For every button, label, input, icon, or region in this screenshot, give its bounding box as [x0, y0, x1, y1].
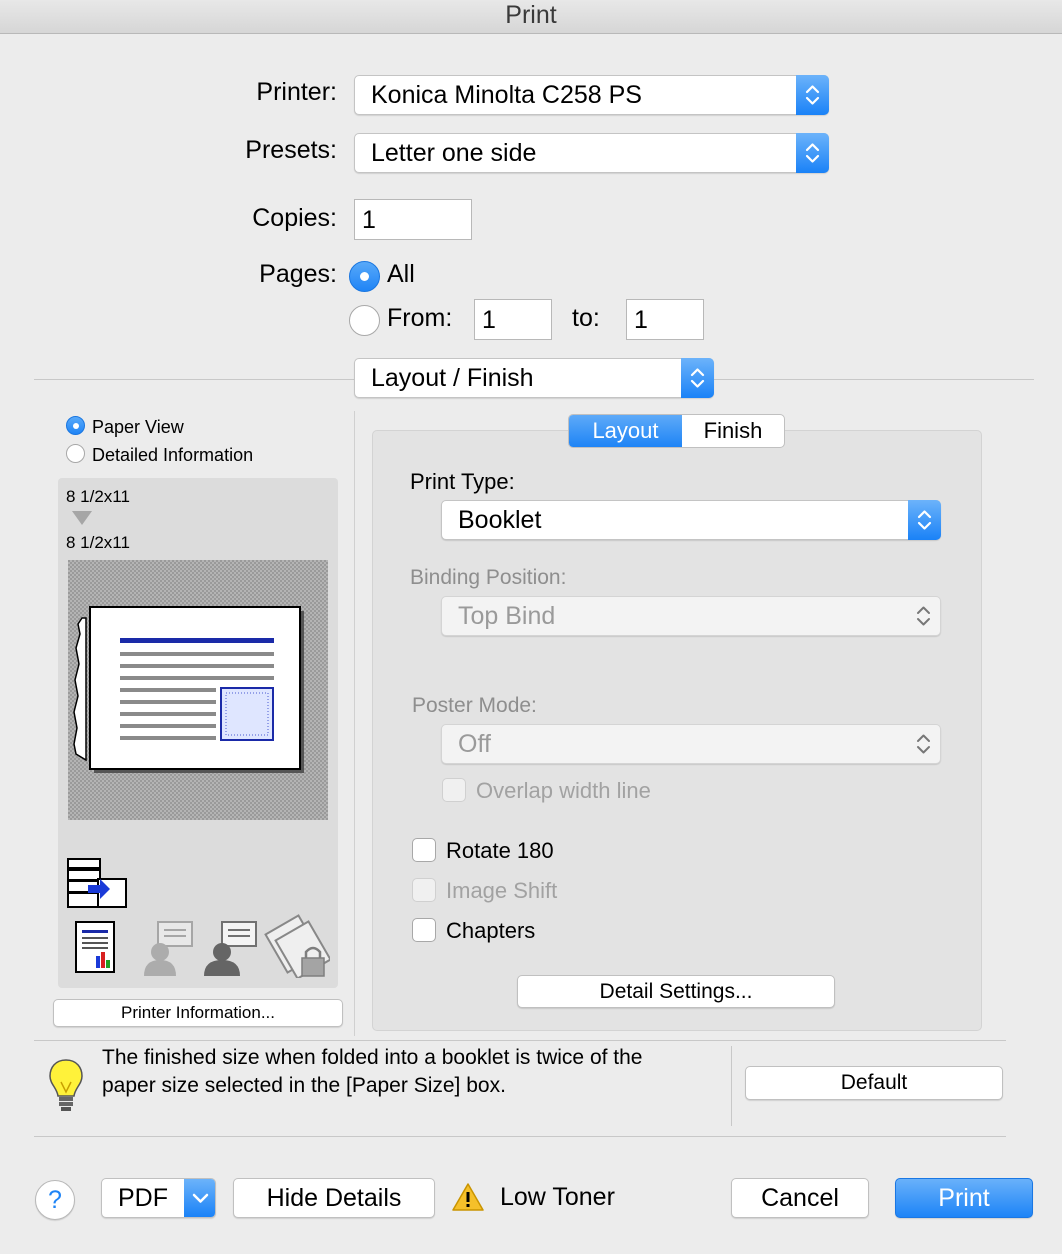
cancel-button[interactable]: Cancel: [731, 1178, 869, 1218]
printer-label: Printer:: [256, 78, 337, 106]
pdf-menu-button[interactable]: PDF: [101, 1178, 216, 1218]
separator: [34, 1040, 1006, 1041]
source-size-label: 8 1/2x11: [66, 487, 130, 506]
chevron-down-icon: [184, 1179, 215, 1217]
print-type-popup[interactable]: Booklet: [441, 500, 941, 540]
secure-document-icon: [264, 914, 332, 983]
pages-from-radio[interactable]: [349, 305, 380, 336]
pages-label: Pages:: [259, 260, 337, 288]
window-title: Print: [0, 0, 1062, 34]
layout-finish-tabs: Layout Finish: [568, 414, 785, 448]
binding-position-label: Binding Position:: [410, 566, 567, 589]
vertical-divider: [731, 1046, 732, 1126]
hint-text: The finished size when folded into a boo…: [102, 1044, 642, 1100]
pages-to-field[interactable]: 1: [626, 299, 704, 340]
rotate-180-label: Rotate 180: [446, 838, 554, 863]
poster-mode-popup: Off: [441, 724, 941, 764]
down-arrow-icon: [72, 511, 92, 530]
chevron-updown-icon: [796, 75, 829, 115]
poster-mode-label: Poster Mode:: [412, 694, 537, 717]
presets-value: Letter one side: [371, 139, 537, 167]
hint-line-2: paper size selected in the [Paper Size] …: [102, 1074, 506, 1097]
presets-label: Presets:: [245, 136, 337, 164]
overlap-width-checkbox: [442, 778, 466, 802]
detailed-info-label: Detailed Information: [92, 445, 254, 465]
output-size-label: 8 1/2x11: [66, 533, 130, 552]
hint-line-1: The finished size when folded into a boo…: [102, 1046, 643, 1069]
section-popup-value: Layout / Finish: [371, 364, 534, 392]
printer-information-button[interactable]: Printer Information...: [53, 999, 343, 1027]
paper-view-radio[interactable]: [66, 416, 85, 435]
section-popup[interactable]: Layout / Finish: [354, 358, 714, 398]
image-shift-label: Image Shift: [446, 878, 558, 903]
pages-all-radio[interactable]: [349, 261, 380, 292]
separator: [34, 379, 354, 380]
print-type-label: Print Type:: [410, 469, 515, 494]
copies-label: Copies:: [252, 204, 337, 232]
tab-layout[interactable]: Layout: [569, 415, 682, 447]
pages-to-label: to:: [572, 304, 600, 332]
pages-from-field[interactable]: 1: [474, 299, 552, 340]
default-button[interactable]: Default: [745, 1066, 1003, 1100]
chevron-updown-icon: [907, 597, 940, 635]
presets-popup[interactable]: Letter one side: [354, 133, 829, 173]
pages-from-label: From:: [387, 304, 453, 332]
hide-details-button[interactable]: Hide Details: [233, 1178, 435, 1218]
warning-icon: [452, 1183, 484, 1216]
poster-mode-value: Off: [458, 730, 491, 758]
users-comment-icon: [200, 920, 258, 981]
image-shift-checkbox: [412, 878, 436, 902]
document-chart-icon[interactable]: [74, 920, 116, 979]
detailed-info-radio[interactable]: [66, 444, 85, 463]
vertical-divider: [354, 411, 355, 1036]
chevron-updown-icon: [796, 133, 829, 173]
lightbulb-icon: [48, 1058, 84, 1119]
printer-popup[interactable]: Konica Minolta C258 PS: [354, 75, 829, 115]
chapters-checkbox[interactable]: [412, 918, 436, 942]
print-type-value: Booklet: [458, 506, 542, 534]
binding-position-value: Top Bind: [458, 602, 556, 630]
chevron-updown-icon: [908, 500, 941, 540]
page-preview-icon: [72, 604, 306, 779]
user-comment-icon: [140, 920, 194, 981]
chevron-updown-icon: [681, 358, 714, 398]
tab-finish[interactable]: Finish: [682, 415, 784, 447]
overlap-width-label: Overlap width line: [476, 778, 651, 803]
chapters-label: Chapters: [446, 918, 536, 943]
help-button[interactable]: ?: [35, 1180, 75, 1220]
detail-settings-button[interactable]: Detail Settings...: [517, 975, 835, 1008]
low-toner-text: Low Toner: [500, 1183, 615, 1211]
printer-value: Konica Minolta C258 PS: [371, 81, 642, 109]
paper-view-label: Paper View: [92, 417, 184, 437]
separator: [714, 379, 1034, 380]
pages-all-label: All: [387, 260, 415, 288]
copies-field[interactable]: 1: [354, 199, 472, 240]
chevron-updown-icon: [907, 725, 940, 763]
pdf-label: PDF: [118, 1184, 168, 1212]
rotate-180-checkbox[interactable]: [412, 838, 436, 862]
binding-position-popup: Top Bind: [441, 596, 941, 636]
print-button[interactable]: Print: [895, 1178, 1033, 1218]
separator: [34, 1136, 1006, 1137]
printer-to-page-icon: [66, 857, 128, 916]
